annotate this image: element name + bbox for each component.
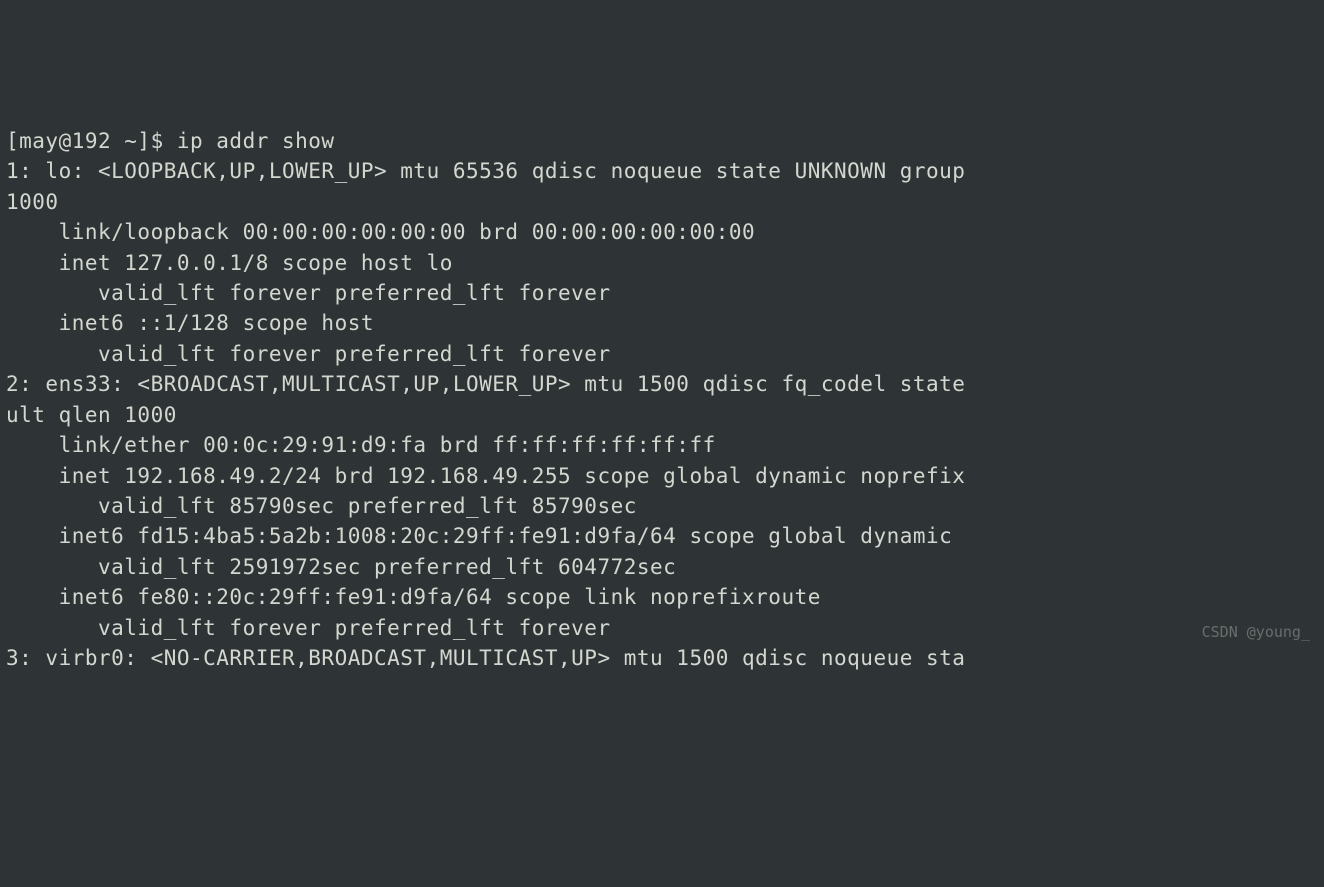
terminal-line: [may@192 ~]$ ip addr show xyxy=(6,129,335,153)
terminal-line: link/ether 00:0c:29:91:d9:fa brd ff:ff:f… xyxy=(6,433,716,457)
terminal-line: valid_lft forever preferred_lft forever xyxy=(6,342,611,366)
terminal-line: valid_lft 85790sec preferred_lft 85790se… xyxy=(6,494,637,518)
terminal-line: 1: lo: <LOOPBACK,UP,LOWER_UP> mtu 65536 … xyxy=(6,159,965,183)
terminal-line: inet 127.0.0.1/8 scope host lo xyxy=(6,251,453,275)
terminal-line: valid_lft 2591972sec preferred_lft 60477… xyxy=(6,555,676,579)
terminal-line: ult qlen 1000 xyxy=(6,403,177,427)
terminal-line: inet 192.168.49.2/24 brd 192.168.49.255 … xyxy=(6,464,965,488)
terminal-line: 2: ens33: <BROADCAST,MULTICAST,UP,LOWER_… xyxy=(6,372,965,396)
terminal-line: inet6 fe80::20c:29ff:fe91:d9fa/64 scope … xyxy=(6,585,834,609)
terminal-line: 1000 xyxy=(6,190,59,214)
terminal-line: inet6 ::1/128 scope host xyxy=(6,311,387,335)
watermark-text: CSDN @young_ xyxy=(1202,622,1310,644)
terminal-line: link/loopback 00:00:00:00:00:00 brd 00:0… xyxy=(6,220,755,244)
terminal-line: valid_lft forever preferred_lft forever xyxy=(6,281,611,305)
terminal-output[interactable]: [may@192 ~]$ ip addr show 1: lo: <LOOPBA… xyxy=(6,126,1318,674)
terminal-line: valid_lft forever preferred_lft forever xyxy=(6,616,611,640)
terminal-line: inet6 fd15:4ba5:5a2b:1008:20c:29ff:fe91:… xyxy=(6,524,965,548)
